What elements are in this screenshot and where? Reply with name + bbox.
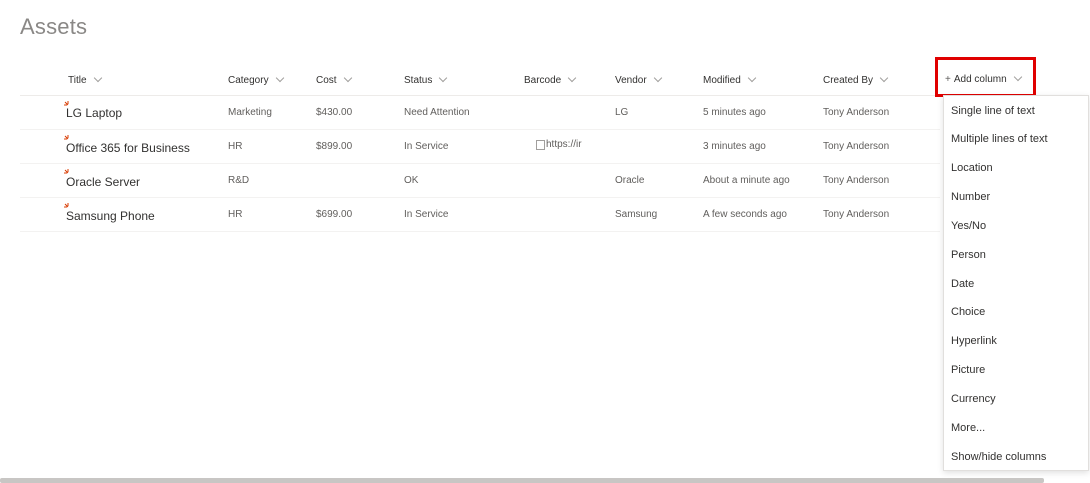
title-link[interactable]: Office 365 for Business bbox=[66, 141, 190, 155]
menu-item-location[interactable]: Location bbox=[951, 162, 993, 174]
menu-item-picture[interactable]: Picture bbox=[951, 364, 985, 376]
modified-cell: 3 minutes ago bbox=[703, 141, 766, 152]
created-by-cell: Tony Anderson bbox=[823, 107, 890, 118]
category-cell: HR bbox=[228, 209, 243, 220]
table-row[interactable]: LG Laptop Marketing $430.00 Need Attenti… bbox=[20, 96, 940, 130]
column-header-title[interactable]: Title bbox=[68, 73, 102, 86]
column-header-vendor[interactable]: Vendor bbox=[615, 73, 662, 86]
menu-item-yes-no[interactable]: Yes/No bbox=[951, 220, 986, 232]
modified-cell: About a minute ago bbox=[703, 175, 790, 186]
menu-item-hyperlink[interactable]: Hyperlink bbox=[951, 335, 997, 347]
menu-item-currency[interactable]: Currency bbox=[951, 393, 996, 405]
menu-item-show-hide-columns[interactable]: Show/hide columns bbox=[951, 451, 1046, 463]
column-header-row: Title Category Cost Status Barcode Vendo… bbox=[20, 64, 940, 96]
modified-cell: A few seconds ago bbox=[703, 209, 787, 220]
menu-item-number[interactable]: Number bbox=[951, 191, 990, 203]
status-cell: In Service bbox=[404, 209, 449, 220]
chevron-down-icon bbox=[747, 73, 757, 83]
created-by-cell: Tony Anderson bbox=[823, 175, 890, 186]
add-column-label: Add column bbox=[953, 74, 1007, 85]
category-cell: HR bbox=[228, 141, 243, 152]
plus-icon: + bbox=[945, 74, 951, 85]
column-header-status[interactable]: Status bbox=[404, 73, 448, 86]
category-cell: Marketing bbox=[228, 107, 272, 118]
chevron-down-icon bbox=[93, 73, 102, 83]
horizontal-scrollbar[interactable] bbox=[0, 478, 1044, 483]
menu-item-single-line-of-text[interactable]: Single line of text bbox=[951, 105, 1035, 117]
add-column-menu: Single line of text Multiple lines of te… bbox=[943, 95, 1089, 471]
modified-cell: 5 minutes ago bbox=[703, 107, 766, 118]
add-column-button[interactable]: + Add column bbox=[935, 57, 1036, 97]
status-cell: OK bbox=[404, 175, 419, 186]
chevron-down-icon bbox=[343, 73, 352, 83]
created-by-cell: Tony Anderson bbox=[823, 209, 890, 220]
cost-cell: $430.00 bbox=[316, 107, 353, 118]
chevron-down-icon bbox=[1013, 72, 1022, 82]
chevron-down-icon bbox=[439, 73, 448, 83]
vendor-cell: LG bbox=[615, 107, 629, 118]
menu-item-multiple-lines-of-text[interactable]: Multiple lines of text bbox=[951, 133, 1048, 145]
table-row[interactable]: Samsung Phone HR $699.00 In Service Sams… bbox=[20, 198, 940, 232]
column-header-cost[interactable]: Cost bbox=[316, 73, 352, 86]
category-cell: R&D bbox=[228, 175, 250, 186]
chevron-down-icon bbox=[568, 73, 577, 83]
table-row[interactable]: Office 365 for Business HR $899.00 In Se… bbox=[20, 130, 940, 164]
menu-item-more[interactable]: More... bbox=[951, 422, 985, 434]
column-header-barcode[interactable]: Barcode bbox=[524, 73, 577, 86]
page-title: Assets bbox=[20, 14, 88, 39]
column-header-created-by[interactable]: Created By bbox=[823, 73, 889, 86]
menu-item-date[interactable]: Date bbox=[951, 278, 974, 290]
table-row[interactable]: Oracle Server R&D OK Oracle About a minu… bbox=[20, 164, 940, 198]
chevron-down-icon bbox=[275, 73, 284, 83]
menu-item-choice[interactable]: Choice bbox=[951, 306, 985, 318]
title-link[interactable]: LG Laptop bbox=[66, 106, 122, 120]
status-cell: In Service bbox=[404, 141, 449, 152]
vendor-cell: Oracle bbox=[615, 175, 645, 186]
created-by-cell: Tony Anderson bbox=[823, 141, 890, 152]
vendor-cell: Samsung bbox=[615, 209, 658, 220]
cost-cell: $699.00 bbox=[316, 209, 353, 220]
column-header-category[interactable]: Category bbox=[228, 73, 284, 86]
menu-item-person[interactable]: Person bbox=[951, 249, 986, 261]
chevron-down-icon bbox=[653, 73, 662, 83]
chevron-down-icon bbox=[879, 73, 889, 83]
broken-image-icon bbox=[536, 139, 545, 150]
title-link[interactable]: Oracle Server bbox=[66, 175, 140, 189]
barcode-image[interactable]: https://ir bbox=[536, 139, 588, 150]
title-link[interactable]: Samsung Phone bbox=[66, 209, 155, 223]
column-header-modified[interactable]: Modified bbox=[703, 73, 757, 86]
cost-cell: $899.00 bbox=[316, 141, 353, 152]
status-cell: Need Attention bbox=[404, 107, 470, 118]
